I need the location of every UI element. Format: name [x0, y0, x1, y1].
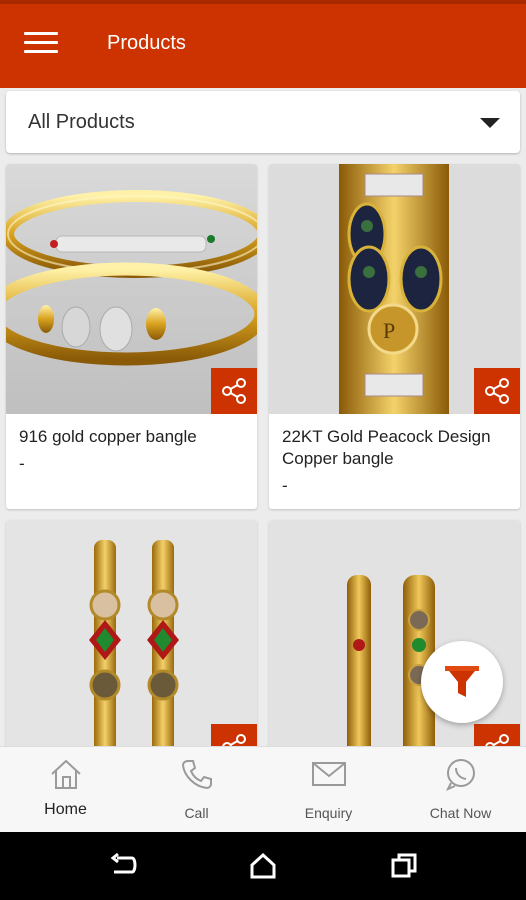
mail-icon [311, 762, 346, 786]
product-price: - [282, 476, 288, 495]
nav-enquiry[interactable]: Enquiry [263, 747, 394, 833]
nav-chat[interactable]: Chat Now [395, 747, 526, 833]
whatsapp-icon [445, 759, 475, 791]
recents-icon[interactable] [390, 852, 418, 880]
phone-icon [181, 760, 212, 790]
filter-fab-button[interactable] [421, 641, 503, 723]
category-dropdown[interactable]: All Products [6, 91, 520, 153]
page-title: Products [107, 32, 186, 54]
product-price: - [19, 454, 25, 473]
back-icon[interactable] [108, 852, 138, 880]
category-dropdown-value: All Products [28, 111, 135, 133]
product-card[interactable] [6, 520, 257, 780]
hamburger-menu-icon[interactable] [24, 32, 58, 58]
share-icon [485, 378, 509, 404]
nav-home-label: Home [44, 801, 87, 818]
bottom-navigation: Home Call Enquiry Chat Now [0, 746, 526, 832]
filter-funnel-icon [445, 666, 479, 697]
product-name: 916 gold copper bangle [19, 427, 197, 446]
nav-chat-label: Chat Now [429, 805, 492, 821]
share-button[interactable] [211, 368, 257, 414]
home-icon [50, 759, 81, 789]
status-bar [0, 0, 526, 4]
nav-call-label: Call [184, 805, 209, 821]
nav-enquiry-label: Enquiry [304, 805, 353, 821]
share-button[interactable] [474, 368, 520, 414]
product-name: 22KT Gold Peacock Design Copper bangle [282, 427, 491, 468]
nav-home[interactable]: Home [0, 747, 131, 833]
nav-call[interactable]: Call [131, 747, 262, 833]
share-icon [222, 378, 246, 404]
home-circle-icon[interactable] [249, 852, 277, 880]
app-bar: Products [0, 0, 526, 88]
system-navigation-bar [0, 832, 526, 900]
svg-text:P: P [383, 318, 395, 343]
product-card[interactable]: P 22KT Gold Peacock Design Copper bangle… [269, 164, 520, 509]
chevron-down-icon [480, 118, 500, 128]
product-card[interactable]: 916 gold copper bangle - [6, 164, 257, 509]
